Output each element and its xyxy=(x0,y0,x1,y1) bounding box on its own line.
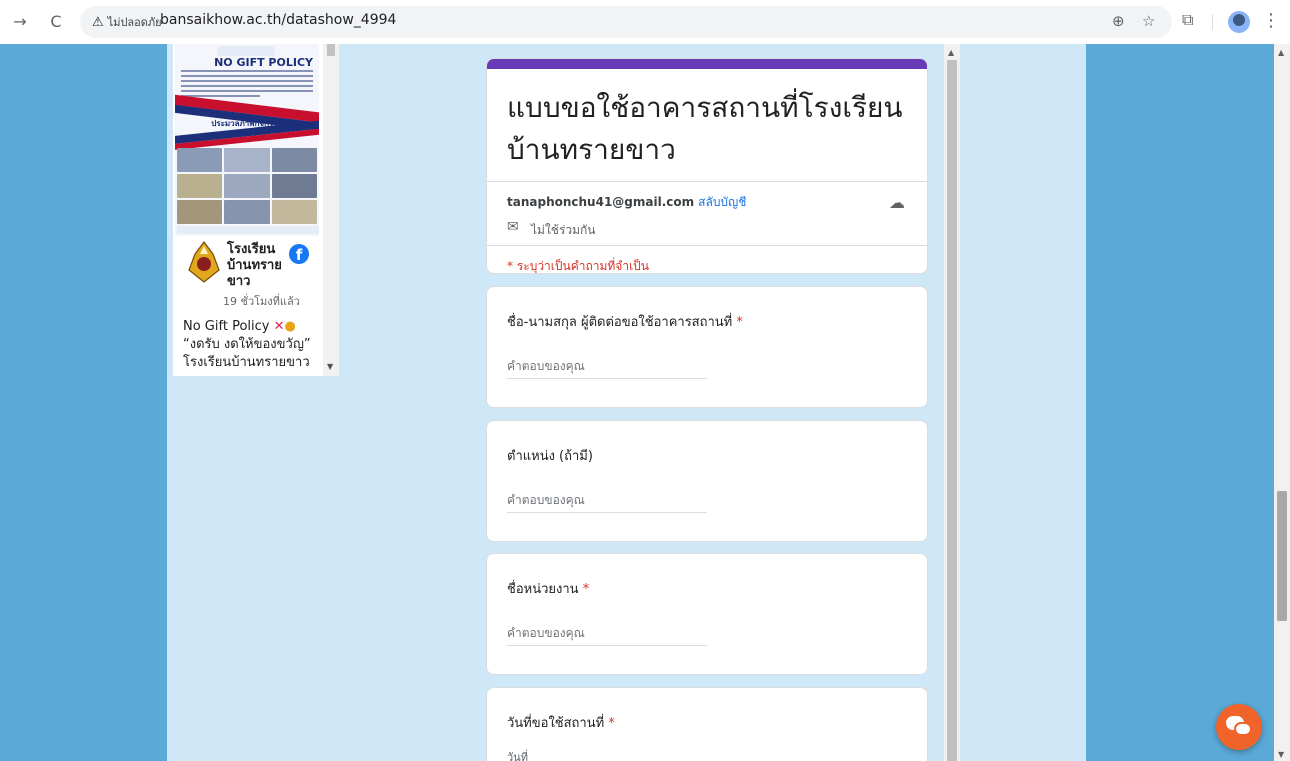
extensions-icon[interactable]: ⧉ xyxy=(1182,10,1193,30)
cloud-save-icon[interactable]: ☁ xyxy=(889,193,905,212)
not-shared-icon: ✉ xyxy=(507,219,519,235)
divider xyxy=(487,181,927,182)
question-card-date: วันที่ขอใช้สถานที่ * วันที่ xyxy=(486,687,928,761)
url-text[interactable]: bansaikhow.ac.th/datashow_4994 xyxy=(160,12,396,28)
reload-icon[interactable]: C xyxy=(44,10,68,34)
form-scrollbar[interactable]: ▲ xyxy=(944,44,960,761)
chat-button[interactable] xyxy=(1216,704,1262,750)
browser-toolbar: → C ⚠ ไม่ปลอดภัย bansaikhow.ac.th/datash… xyxy=(0,0,1290,44)
required-note: * ระบุว่าเป็นคำถามที่จำเป็น xyxy=(507,259,650,273)
required-marker: * xyxy=(736,315,743,330)
photo-collage xyxy=(177,148,317,224)
school-logo-icon[interactable] xyxy=(185,240,223,284)
warning-icon: ⚠ xyxy=(92,14,104,30)
post-poster-image[interactable]: NO GIFT POLICY ประมวลภาพกิจกรรม xyxy=(175,44,319,236)
scroll-down-icon[interactable]: ▼ xyxy=(1278,750,1284,759)
form-title: แบบขอใช้อาคารสถานที่โรงเรียนบ้านทรายขาว xyxy=(507,91,903,166)
post-time[interactable]: 19 ชั่วโมงที่แล้ว xyxy=(223,292,300,310)
toolbar-divider xyxy=(1212,14,1213,30)
cross-mark-icon: ✕ xyxy=(273,319,285,334)
page-scrollbar[interactable]: ▲ ▼ xyxy=(1274,44,1290,761)
not-shared-label: ไม่ใช้ร่วมกัน xyxy=(531,223,596,237)
form-header-card: แบบขอใช้อาคารสถานที่โรงเรียนบ้านทรายขาว … xyxy=(486,58,928,274)
form-scroll-thumb[interactable] xyxy=(947,60,957,761)
poster-text-lines xyxy=(181,70,313,100)
page-scroll-thumb[interactable] xyxy=(1277,491,1287,621)
zoom-icon[interactable]: ⊕ xyxy=(1112,12,1125,30)
question-text: วันที่ขอใช้สถานที่ xyxy=(507,716,605,731)
more-icon[interactable]: ⋮ xyxy=(1262,10,1280,31)
question-card-position: ตำแหน่ง (ถ้ามี) xyxy=(486,420,928,542)
question-label: ชื่อ-นามสกุล ผู้ติดต่อขอใช้อาคารสถานที่ … xyxy=(507,311,743,332)
name-input[interactable] xyxy=(507,353,707,379)
widget-scrollbar[interactable]: ▼ xyxy=(323,44,339,376)
account-email: tanaphonchu41@gmail.com สลับบัญชี xyxy=(507,193,746,212)
question-card-name: ชื่อ-นามสกุล ผู้ติดต่อขอใช้อาคารสถานที่ … xyxy=(486,286,928,408)
question-text: ชื่อหน่วยงาน xyxy=(507,582,579,597)
widget-scroll-thumb[interactable] xyxy=(327,44,335,56)
form-accent-bar xyxy=(487,59,927,69)
question-label: วันที่ขอใช้สถานที่ * xyxy=(507,712,615,733)
divider xyxy=(487,245,927,246)
post-text: No Gift Policy ✕● “งดรับ งดให้ของขวัญ” โ… xyxy=(183,318,321,372)
switch-account-link[interactable]: สลับบัญชี xyxy=(698,195,746,209)
security-chip[interactable]: ⚠ ไม่ปลอดภัย xyxy=(88,11,170,33)
question-label: ชื่อหน่วยงาน * xyxy=(507,578,589,599)
question-label: ตำแหน่ง (ถ้ามี) xyxy=(507,445,593,466)
email-text: tanaphonchu41@gmail.com xyxy=(507,195,695,209)
scroll-up-icon[interactable]: ▲ xyxy=(948,48,954,57)
poster-badge xyxy=(217,46,275,56)
page: NO GIFT POLICY ประมวลภาพกิจกรรม ▼ โรงเรี… xyxy=(0,44,1290,761)
avatar[interactable] xyxy=(1228,11,1250,33)
poster-title: NO GIFT POLICY xyxy=(214,56,313,69)
page-name-link[interactable]: โรงเรียนบ้านทรายขาว xyxy=(227,242,293,290)
date-sub-label: วันที่ xyxy=(507,751,528,761)
required-marker: * xyxy=(582,582,590,597)
chat-bubble-icon xyxy=(1234,722,1252,736)
post-line: No Gift Policy xyxy=(183,319,270,334)
poster-footer xyxy=(177,226,319,234)
address-bar[interactable]: ⚠ ไม่ปลอดภัย bansaikhow.ac.th/datashow_4… xyxy=(80,6,1172,38)
post-line: โรงเรียนบ้านทรายขาว xyxy=(183,355,310,370)
security-label: ไม่ปลอดภัย xyxy=(107,16,162,29)
facebook-widget: NO GIFT POLICY ประมวลภาพกิจกรรม ▼ โรงเรี… xyxy=(173,44,339,376)
question-card-organization: ชื่อหน่วยงาน * xyxy=(486,553,928,675)
scroll-up-icon[interactable]: ▲ xyxy=(1278,48,1284,57)
question-text: ชื่อ-นามสกุล ผู้ติดต่อขอใช้อาคารสถานที่ xyxy=(507,315,733,330)
position-input[interactable] xyxy=(507,487,707,513)
organization-input[interactable] xyxy=(507,620,707,646)
gift-icon: ● xyxy=(284,319,296,334)
post-line: “งดรับ งดให้ของขวัญ” xyxy=(183,337,311,352)
question-text: ตำแหน่ง (ถ้ามี) xyxy=(507,449,593,464)
scroll-down-icon[interactable]: ▼ xyxy=(327,362,333,371)
required-marker: * xyxy=(608,716,615,731)
star-icon[interactable]: ☆ xyxy=(1142,12,1155,30)
back-icon[interactable]: → xyxy=(8,10,32,34)
facebook-icon[interactable]: f xyxy=(289,244,309,264)
